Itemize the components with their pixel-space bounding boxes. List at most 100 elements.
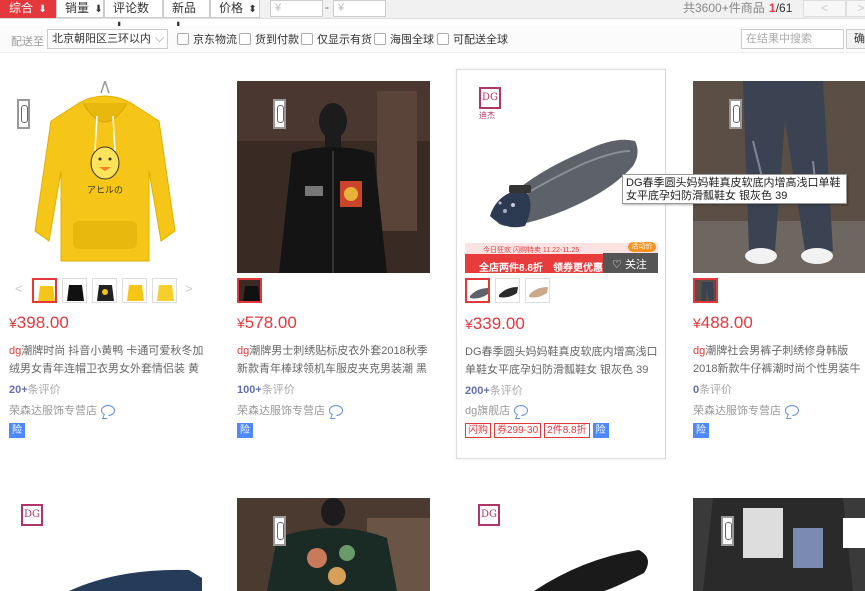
page-indicator: 1/61 [769, 0, 792, 17]
review-count[interactable]: 0条评价 [693, 381, 732, 397]
brand-tag-icon [721, 516, 734, 546]
thumbnail[interactable] [465, 278, 490, 303]
price-min-input[interactable]: ¥ [270, 0, 323, 17]
chat-icon[interactable] [329, 405, 343, 416]
shirt-image [237, 498, 430, 591]
activity-tag: 活动价 [628, 242, 656, 252]
review-number: 200+ [465, 385, 490, 397]
thumbnail[interactable] [62, 278, 87, 303]
chat-icon[interactable] [785, 405, 799, 416]
chat-icon[interactable] [101, 405, 115, 416]
sort-label: 评论数 [113, 1, 150, 15]
filter-label: 可配送全球 [453, 34, 508, 46]
sort-price-button[interactable]: 价格 ⬍ [210, 0, 260, 18]
title-text: 潮牌男士刺绣贴标皮衣外套2018秋季新款青年棒球领机车服皮夹克男装潮 黑色 [237, 345, 428, 375]
search-confirm-button[interactable]: 确 [846, 29, 865, 49]
filter-bar: 配送至 北京朝阳区三环以内 ⌵ 京东物流 货到付款 仅显示有货 海囤全球 可配送全… [0, 26, 865, 53]
review-count[interactable]: 200+条评价 [465, 382, 523, 398]
title-text: DG春季圆头妈妈鞋真皮软底内增高浅口单鞋女平底孕妇防滑瓢鞋女 银灰色 39 [465, 346, 658, 376]
sort-bar: 综合 ⬇ 销量 ⬇ 评论数 ⬇ 新品 ⬇ 价格 ⬍ ¥ - ¥ 共3600+件商… [0, 0, 865, 32]
sort-reviews-button[interactable]: 评论数 ⬇ [104, 0, 163, 32]
product-image[interactable]: DG [9, 498, 202, 591]
filter-cod[interactable]: 货到付款 [239, 33, 299, 47]
heart-icon: ♡ [612, 259, 622, 271]
currency-symbol: ¥ [9, 315, 17, 331]
product-card: アヒルの < > ¥398.00 dg潮牌时尚 抖音小黄鸭 卡通可爱秋冬加绒男女… [9, 81, 219, 471]
svg-text:アヒルの: アヒルの [87, 185, 123, 196]
thumbnail[interactable] [92, 278, 117, 303]
title-highlight: dg [9, 345, 22, 357]
sort-sales-button[interactable]: 销量 ⬇ [56, 0, 104, 18]
title-highlight: dg [237, 345, 250, 357]
product-title[interactable]: DG春季圆头妈妈鞋真皮软底内增高浅口单鞋女平底孕妇防滑瓢鞋女 银灰色 39 [465, 343, 661, 379]
chat-icon[interactable] [514, 405, 529, 416]
badge-row: 闪购 券299-30 2件8.8折险 [465, 423, 612, 438]
brand-tag-icon [17, 99, 30, 129]
price-value: 578.00 [244, 313, 297, 332]
review-count[interactable]: 20+条评价 [9, 381, 61, 397]
prev-page-button[interactable]: < [803, 0, 846, 17]
product-image[interactable] [237, 498, 430, 591]
thumbnail[interactable] [152, 278, 177, 303]
price-max-input[interactable]: ¥ [333, 0, 386, 17]
currency-symbol: ¥ [237, 315, 245, 331]
checkbox-icon [374, 33, 386, 45]
page-current: 1 [769, 1, 776, 15]
shop-name[interactable]: 荣森达服饰专营店 [693, 402, 799, 418]
filter-jd-logistics[interactable]: 京东物流 [177, 33, 237, 47]
shop-text: dg旗舰店 [465, 405, 511, 417]
filter-label: 海囤全球 [390, 34, 434, 46]
page-total: /61 [775, 1, 793, 15]
chevron-right-icon[interactable]: > [185, 281, 193, 296]
thumbnail[interactable] [32, 278, 57, 303]
review-number: 100+ [237, 384, 262, 396]
shop-text: 荣森达服饰专营店 [9, 405, 97, 417]
shop-name[interactable]: dg旗舰店 [465, 402, 529, 418]
filter-label: 货到付款 [255, 34, 299, 46]
shop-name[interactable]: 荣森达服饰专营店 [9, 402, 115, 418]
address-select[interactable]: 北京朝阳区三环以内 ⌵ [47, 29, 168, 49]
search-in-results-input[interactable]: 在结果中搜索 [741, 29, 844, 49]
brand-tag-icon [273, 99, 286, 129]
filter-global-shipping[interactable]: 可配送全球 [437, 33, 508, 47]
product-card: ¥578.00 dg潮牌男士刺绣贴标皮衣外套2018秋季新款青年棒球领机车服皮夹… [237, 81, 447, 471]
product-image[interactable]: アヒルの [9, 81, 202, 273]
insurance-badge: 险 [592, 423, 609, 438]
sort-label: 销量 [65, 1, 90, 15]
thumbnail[interactable] [122, 278, 147, 303]
filter-in-stock[interactable]: 仅显示有货 [301, 33, 372, 47]
hoodie-image: アヒルの [9, 81, 202, 273]
follow-button[interactable]: ♡ 关注 [612, 256, 647, 272]
product-image[interactable]: DG [464, 498, 657, 591]
shop-name[interactable]: 荣森达服饰专营店 [237, 402, 343, 418]
brand-sub: 迪杰 [479, 111, 495, 120]
jacket-image [237, 81, 430, 273]
product-title[interactable]: dg潮牌时尚 抖音小黄鸭 卡通可爱秋冬加绒男女青年连帽卫衣男女外套情侣装 黄色 [9, 342, 205, 378]
chevron-left-icon[interactable]: < [15, 281, 23, 296]
price-value: 339.00 [472, 314, 525, 333]
next-page-button[interactable]: > [846, 0, 865, 17]
banner-discount-text: 全店两件8.8折 [479, 263, 543, 273]
sort-comprehensive-button[interactable]: 综合 ⬇ [0, 0, 56, 18]
checkbox-icon [437, 33, 449, 45]
sort-new-button[interactable]: 新品 ⬇ [163, 0, 210, 32]
thumbnail[interactable] [495, 278, 520, 303]
banner-top-text: 今日狂欢 闪购特卖 11.22-11.25 [483, 247, 580, 254]
thumbnail[interactable] [693, 278, 718, 303]
sort-label: 综合 [9, 1, 34, 15]
product-image[interactable] [237, 81, 430, 273]
title-text: 潮牌时尚 抖音小黄鸭 卡通可爱秋冬加绒男女青年连帽卫衣男女外套情侣装 黄色 [9, 345, 204, 375]
total-count: 共3600+件商品 [683, 1, 765, 15]
product-image[interactable] [693, 498, 865, 591]
badge-row: 险 [693, 423, 712, 438]
discount-badge: 2件8.8折 [544, 423, 590, 438]
filter-global-import[interactable]: 海囤全球 [374, 33, 434, 47]
brand-logo: DG [478, 504, 500, 526]
flash-sale-badge: 闪购 [465, 423, 491, 438]
thumbnail[interactable] [237, 278, 262, 303]
sort-label: 新品 [172, 1, 197, 15]
review-count[interactable]: 100+条评价 [237, 381, 295, 397]
thumbnail[interactable] [525, 278, 550, 303]
product-title[interactable]: dg潮牌男士刺绣贴标皮衣外套2018秋季新款青年棒球领机车服皮夹克男装潮 黑色 [237, 342, 433, 378]
product-title[interactable]: dg潮牌社会男裤子刺绣修身韩版2018新款牛仔裤潮时尚个性男装牛仔裤 黑色 [693, 342, 865, 378]
